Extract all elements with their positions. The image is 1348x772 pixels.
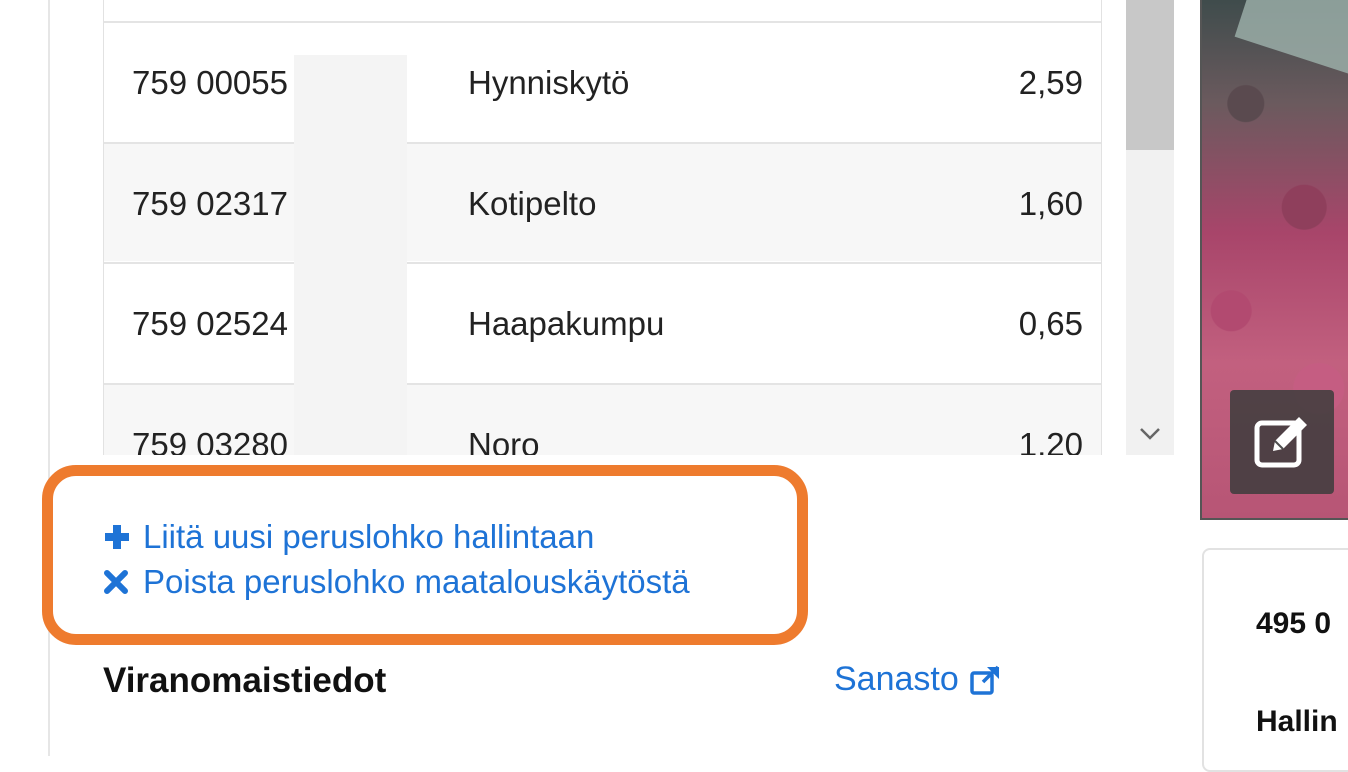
parcel-name: Haapakumpu bbox=[468, 305, 665, 342]
parcel-area: 2,59 bbox=[1018, 64, 1083, 101]
table-scrollbar[interactable] bbox=[1126, 0, 1174, 455]
table-row[interactable]: 759 00055 Hynniskytö 2,59 bbox=[104, 21, 1101, 140]
scrollbar-thumb[interactable] bbox=[1126, 0, 1174, 150]
redaction-block bbox=[294, 55, 407, 455]
side-card-id: 495 0 bbox=[1256, 607, 1332, 640]
chevron-down-icon[interactable] bbox=[1126, 410, 1174, 455]
parcel-area: 0,65 bbox=[1018, 305, 1083, 342]
map-view[interactable] bbox=[1200, 0, 1348, 520]
plus-icon bbox=[103, 523, 135, 551]
parcel-name: Hynniskytö bbox=[468, 64, 630, 101]
parcel-area: 1,20 bbox=[1018, 426, 1083, 455]
parcel-id: 759 02317 bbox=[132, 185, 288, 222]
glossary-link[interactable]: Sanasto bbox=[834, 660, 1001, 699]
parcel-id: 759 03280 bbox=[132, 426, 288, 455]
parcel-name: Kotipelto bbox=[468, 185, 597, 222]
table-row[interactable]: 759 02317 Kotipelto 1,60 bbox=[104, 142, 1101, 261]
section-title: Viranomaistiedot bbox=[103, 661, 387, 700]
parcel-name: Noro bbox=[468, 426, 540, 455]
map-road bbox=[1234, 0, 1348, 80]
parcel-id: 759 02524 bbox=[132, 305, 288, 342]
parcel-table: 759 00055 Hynniskytö 2,59 759 02317 Koti… bbox=[103, 0, 1102, 455]
glossary-link-label: Sanasto bbox=[834, 660, 959, 698]
parcel-id: 759 00055 bbox=[132, 64, 288, 101]
panel-left-border bbox=[48, 0, 50, 756]
parcel-area: 1,60 bbox=[1018, 185, 1083, 222]
side-card-label: Hallin bbox=[1256, 705, 1338, 738]
remove-parcel-label: Poista peruslohko maatalouskäytöstä bbox=[143, 563, 690, 600]
table-row[interactable]: 759 02524 Haapakumpu 0,65 bbox=[104, 262, 1101, 381]
table-row[interactable]: 759 03280 Noro 1,20 bbox=[104, 383, 1101, 455]
add-parcel-label: Liitä uusi peruslohko hallintaan bbox=[143, 518, 595, 555]
x-icon bbox=[103, 569, 135, 595]
edit-icon[interactable] bbox=[1230, 390, 1334, 494]
add-parcel-link[interactable]: Liitä uusi peruslohko hallintaan bbox=[103, 518, 594, 556]
external-link-icon bbox=[969, 665, 1001, 695]
remove-parcel-link[interactable]: Poista peruslohko maatalouskäytöstä bbox=[103, 563, 690, 601]
table-row[interactable] bbox=[104, 0, 1101, 19]
